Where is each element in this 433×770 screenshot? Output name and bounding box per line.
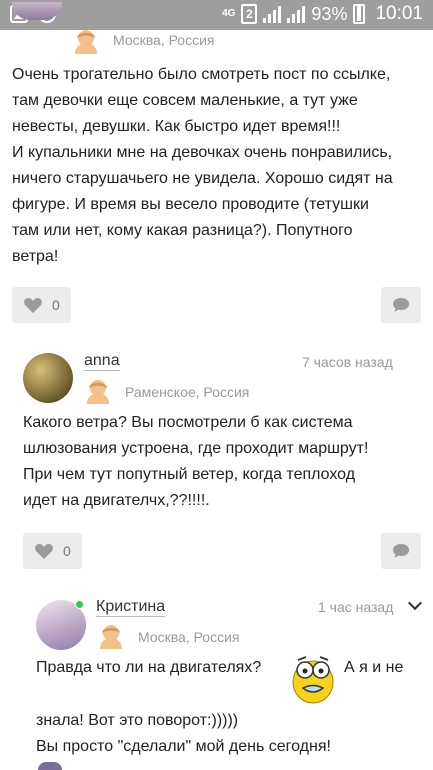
comment-text: Очень трогательно было смотреть пост по … — [12, 66, 393, 265]
comment-time: 1 час назад — [318, 599, 394, 615]
like-count: 0 — [63, 543, 71, 559]
sim-indicator: 2 — [241, 4, 258, 24]
battery-percent: 93% — [311, 3, 348, 24]
signal-icon — [263, 5, 282, 23]
like-button[interactable]: 0 — [12, 287, 71, 323]
network-type: 4G — [222, 8, 236, 19]
avatar[interactable] — [38, 762, 62, 770]
comment-author[interactable]: anna — [84, 352, 120, 371]
surprised-smiley-icon — [292, 656, 334, 704]
reply-button[interactable] — [381, 287, 421, 323]
heart-icon — [35, 544, 53, 559]
heart-icon — [24, 298, 42, 313]
comment-text-line: Правда что ли на двигателях? — [36, 659, 262, 676]
comment-city: Москва, Россия — [113, 32, 215, 48]
like-count: 0 — [52, 297, 60, 313]
location-person-icon — [75, 30, 97, 54]
comment-icon — [393, 298, 409, 312]
location-person-icon — [100, 625, 122, 649]
like-button[interactable]: 0 — [23, 533, 82, 569]
location-person-icon — [87, 380, 109, 404]
battery-icon — [353, 4, 366, 24]
avatar[interactable] — [23, 353, 73, 403]
comment-text-line: знала! Вот это поворот:))))) — [36, 712, 239, 729]
comment-text-line: А я и не — [344, 659, 404, 676]
online-status-dot — [75, 600, 84, 609]
comment-text: Какого ветра? Вы посмотрели б как систем… — [23, 414, 369, 509]
comment-icon — [393, 544, 409, 558]
reply-button[interactable] — [381, 533, 421, 569]
comment-time: 7 часов назад — [302, 354, 393, 370]
comment-city: Раменское, Россия — [125, 384, 250, 400]
comment-author[interactable]: Кристина — [96, 598, 166, 617]
status-bar: 4G 2 93% 10:01 — [0, 0, 433, 30]
chevron-down-icon[interactable] — [407, 595, 423, 611]
comment-text-line: Вы просто "сделали" мой день сегодня! — [36, 738, 331, 755]
signal-2-icon — [287, 5, 306, 23]
comment-city: Москва, Россия — [138, 629, 240, 645]
clock: 10:01 — [375, 3, 423, 24]
